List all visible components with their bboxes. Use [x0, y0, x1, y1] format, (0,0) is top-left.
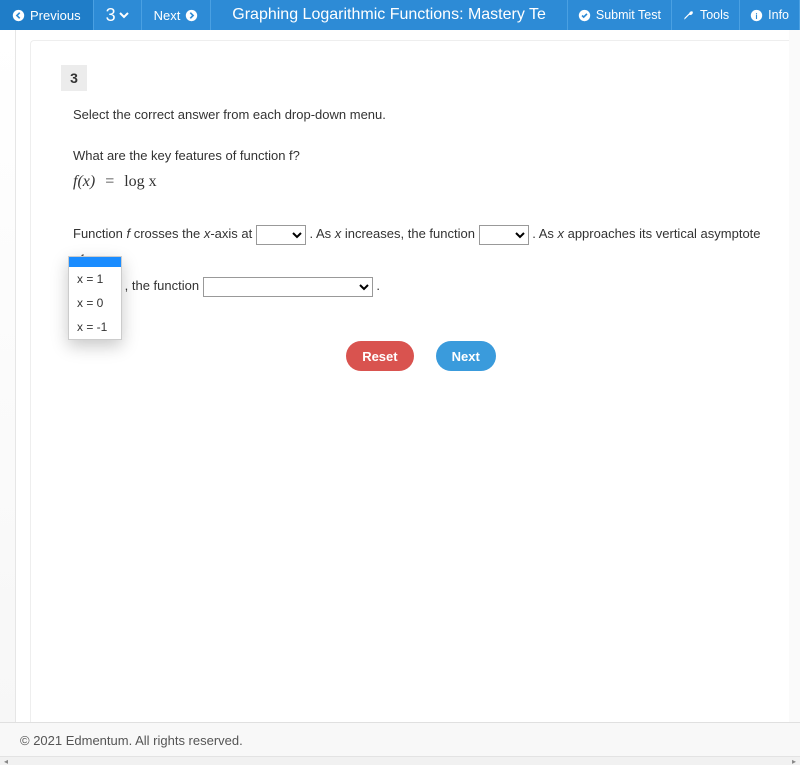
- previous-label: Previous: [30, 8, 81, 23]
- wrench-icon: [682, 9, 695, 22]
- question-card: 3 Select the correct answer from each dr…: [30, 40, 789, 722]
- previous-button[interactable]: Previous: [0, 0, 94, 30]
- prompt-text: What are the key features of function f?: [73, 148, 769, 163]
- content-stage: 3 Select the correct answer from each dr…: [16, 30, 789, 722]
- question-body: Select the correct answer from each drop…: [73, 107, 769, 371]
- cloze-text: increases, the function: [341, 226, 478, 241]
- left-gutter: [0, 30, 16, 722]
- arrow-right-icon: [185, 9, 198, 22]
- cloze-text: Function: [73, 226, 126, 241]
- submit-test-button[interactable]: Submit Test: [567, 0, 671, 30]
- top-toolbar: Previous 3 Next Graphing Logarithmic Fun…: [0, 0, 800, 30]
- cloze-text: . As: [532, 226, 557, 241]
- tools-label: Tools: [700, 8, 729, 22]
- next-button-top[interactable]: Next: [142, 0, 212, 30]
- cloze-text: .: [376, 278, 380, 293]
- question-number: 3: [106, 5, 116, 26]
- prompt-span: What are the key features of function f?: [73, 148, 300, 163]
- cloze-sentence: Function f crosses the x-axis at . As x …: [73, 221, 769, 299]
- cloze-text: crosses the: [130, 226, 204, 241]
- copyright-text: © 2021 Edmentum. All rights reserved.: [20, 733, 243, 748]
- dropdown-option-x-1[interactable]: x = 1: [69, 267, 121, 291]
- footer: © 2021 Edmentum. All rights reserved. ◂ …: [0, 722, 800, 765]
- horizontal-scrollbar[interactable]: ◂ ▸: [0, 756, 800, 765]
- next-label-top: Next: [154, 8, 181, 23]
- page-title: Graphing Logarithmic Functions: Mastery …: [211, 0, 567, 30]
- dropdown-option-x-0[interactable]: x = 0: [69, 291, 121, 315]
- check-circle-icon: [578, 9, 591, 22]
- svg-text:i: i: [756, 11, 758, 20]
- asymptote-value-select-menu: x = 1 x = 0 x = -1: [68, 256, 122, 340]
- cloze-text: , the function: [125, 278, 203, 293]
- info-button[interactable]: i Info: [739, 0, 800, 30]
- instruction-text: Select the correct answer from each drop…: [73, 107, 769, 122]
- formula-lhs: f(x): [73, 173, 95, 190]
- tools-button[interactable]: Tools: [671, 0, 739, 30]
- dropdown-option-blank[interactable]: [69, 257, 121, 267]
- submit-test-label: Submit Test: [596, 8, 661, 22]
- increase-behavior-select[interactable]: [479, 225, 529, 245]
- question-selector[interactable]: 3: [94, 0, 142, 30]
- question-badge: 3: [61, 65, 87, 91]
- formula: f(x) = log x: [73, 173, 769, 191]
- reset-button[interactable]: Reset: [346, 341, 413, 371]
- next-button[interactable]: Next: [436, 341, 496, 371]
- right-gutter: [789, 30, 800, 722]
- action-row: Reset Next: [73, 341, 769, 371]
- info-label: Info: [768, 8, 789, 22]
- cloze-text: . As: [309, 226, 334, 241]
- formula-rhs: log x: [124, 173, 156, 190]
- chevron-down-icon: [119, 10, 129, 20]
- arrow-left-icon: [12, 9, 25, 22]
- formula-eq: =: [99, 173, 120, 190]
- info-icon: i: [750, 9, 763, 22]
- x-intercept-select[interactable]: [256, 225, 306, 245]
- cloze-text: -axis at: [210, 226, 256, 241]
- asymptote-behavior-select[interactable]: [203, 277, 373, 297]
- dropdown-option-x-neg1[interactable]: x = -1: [69, 315, 121, 339]
